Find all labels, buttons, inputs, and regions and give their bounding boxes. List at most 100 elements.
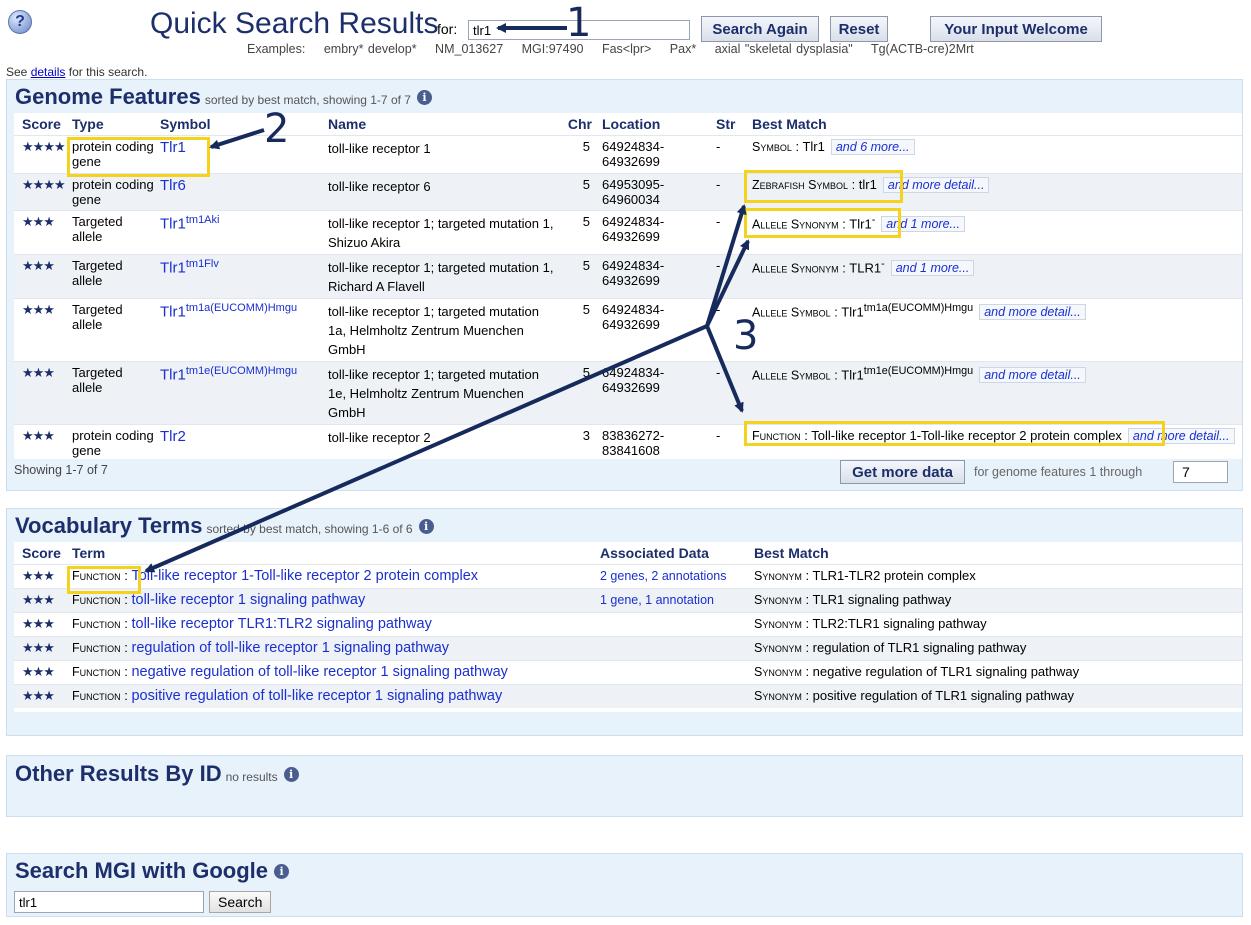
symbol-link[interactable]: Tlr1 <box>160 139 186 156</box>
genome-features-heading: Genome Features sorted by best match, sho… <box>15 84 432 110</box>
info-icon[interactable]: i <box>283 767 299 782</box>
best-match: Synonym : TLR2:TLR1 signaling pathway <box>752 611 1242 636</box>
more-link[interactable]: and 1 more... <box>890 259 975 276</box>
get-more-count-input[interactable] <box>1173 461 1228 483</box>
table-row: ★★★ Targeted allele Tlr1tm1Aki toll-like re… <box>14 209 1242 254</box>
table-row: ★★★ Function : positive regulation of tol… <box>14 683 1242 708</box>
table-header: Score Type Symbol Name Chr Location Str … <box>14 113 1242 135</box>
best-match-superscript: - <box>881 257 885 270</box>
col-associated-data[interactable]: Associated Data <box>598 542 752 564</box>
symbol-link[interactable]: Tlr1 <box>160 366 186 383</box>
search-again-button[interactable]: Search Again <box>701 16 819 42</box>
feature-name: toll-like receptor 1; targeted mutation … <box>326 253 562 298</box>
term-link[interactable]: regulation of toll-like receptor 1 signa… <box>131 640 449 656</box>
section-subtitle: no results <box>225 770 278 784</box>
more-link[interactable]: and more detail... <box>979 366 1086 383</box>
info-icon[interactable]: i <box>274 864 290 879</box>
best-match: Allele Synonym : Tlr1- and 1 more... <box>750 209 1242 254</box>
best-match-value: : Tlr1 <box>830 366 864 382</box>
col-score[interactable]: Score <box>14 113 70 135</box>
location-end: 83841608 <box>602 442 660 458</box>
term-link[interactable]: toll-like receptor TLR1:TLR2 signaling p… <box>131 616 431 632</box>
chromosome: 5 <box>562 134 600 173</box>
symbol-link[interactable]: Tlr1 <box>160 259 186 276</box>
section-title: Other Results By ID <box>15 761 222 786</box>
section-title: Search MGI with Google <box>15 858 269 883</box>
feature-type: Targeted allele <box>70 360 158 424</box>
details-link[interactable]: details <box>31 65 66 79</box>
best-match-label: Synonym <box>754 592 802 607</box>
feature-type: protein coding gene <box>70 172 158 210</box>
best-match-label: Allele Synonym <box>752 260 839 275</box>
col-name[interactable]: Name <box>326 113 562 135</box>
feature-type: Targeted allele <box>70 297 158 361</box>
score-stars: ★★★ <box>14 563 70 588</box>
chromosome: 5 <box>562 297 600 361</box>
col-best-match[interactable]: Best Match <box>752 542 1242 564</box>
feature-name: toll-like receptor 1; targeted mutation … <box>326 360 562 424</box>
input-welcome-button[interactable]: Your Input Welcome <box>930 16 1102 42</box>
symbol-link[interactable]: Tlr1 <box>160 215 186 232</box>
strand: - <box>714 209 750 254</box>
term-link[interactable]: Toll-like receptor 1-Toll-like receptor … <box>131 568 478 584</box>
col-score[interactable]: Score <box>14 542 70 564</box>
score-stars: ★★★★ <box>14 134 70 173</box>
associated-data: 1 gene, 1 annotation <box>598 587 752 612</box>
associated-data: 2 genes, 2 annotations <box>598 563 752 588</box>
col-location[interactable]: Location <box>600 113 714 135</box>
col-chr[interactable]: Chr <box>562 113 600 135</box>
table-row: ★★★ Targeted allele Tlr1tm1Flv toll-like re… <box>14 253 1242 298</box>
more-link[interactable]: and 6 more... <box>830 138 915 155</box>
col-best-match[interactable]: Best Match <box>750 113 1242 135</box>
associated-data <box>598 659 752 684</box>
info-icon[interactable]: i <box>418 519 434 534</box>
example-item: Pax* <box>669 42 697 56</box>
symbol-link[interactable]: Tlr2 <box>160 428 186 445</box>
allele-superscript: tm1Flv <box>185 257 219 270</box>
col-term[interactable]: Term <box>70 542 598 564</box>
allele-superscript: tm1e(EUCOMM)Hmgu <box>185 364 298 377</box>
term-category: Function <box>72 664 121 679</box>
reset-button[interactable]: Reset <box>830 16 888 42</box>
get-more-data-button[interactable]: Get more data <box>840 460 965 484</box>
score-stars: ★★★★ <box>14 172 70 210</box>
info-icon[interactable]: i <box>416 90 432 105</box>
location-end: 64932699 <box>602 316 660 332</box>
col-symbol[interactable]: Symbol <box>158 113 326 135</box>
term-link[interactable]: positive regulation of toll-like recepto… <box>131 688 502 704</box>
strand: - <box>714 172 750 210</box>
table-header: Score Term Associated Data Best Match <box>14 542 1242 564</box>
col-strand[interactable]: Str <box>714 113 750 135</box>
best-match-label: Allele Symbol <box>752 367 831 382</box>
feature-name: toll-like receptor 1; targeted mutation … <box>326 209 562 254</box>
more-link[interactable]: and more detail... <box>1127 427 1235 444</box>
score-stars: ★★★ <box>14 635 70 660</box>
feature-symbol: Tlr1tm1a(EUCOMM)Hmgu <box>158 297 326 361</box>
table-row: ★★★ protein coding gene Tlr2 toll-like rece… <box>14 423 1242 462</box>
examples-label: Examples: <box>247 42 306 56</box>
location-start: 64924834- <box>602 138 665 154</box>
associated-data <box>598 683 752 708</box>
best-match-value: : Toll-like receptor 1-Toll-like recepto… <box>800 427 1122 443</box>
col-type[interactable]: Type <box>70 113 158 135</box>
symbol-link[interactable]: Tlr1 <box>160 303 186 320</box>
help-icon[interactable]: ? <box>8 10 32 34</box>
score-stars: ★★★ <box>14 423 70 462</box>
term-link[interactable]: toll-like receptor 1 signaling pathway <box>131 592 365 608</box>
associated-data-link[interactable]: 1 gene, 1 annotation <box>600 593 714 607</box>
best-match-label: Synonym <box>754 616 802 631</box>
see-details-prefix: See <box>6 65 28 79</box>
associated-data-link[interactable]: 2 genes, 2 annotations <box>600 569 727 583</box>
annotation-number-1: 1 <box>566 0 592 46</box>
location-end: 64932699 <box>602 228 660 244</box>
google-search-input[interactable] <box>14 891 204 913</box>
symbol-link[interactable]: Tlr6 <box>160 177 186 194</box>
associated-data <box>598 635 752 660</box>
more-link[interactable]: and more detail... <box>882 176 990 193</box>
google-search-button[interactable]: Search <box>209 891 272 913</box>
term-link[interactable]: negative regulation of toll-like recepto… <box>131 664 507 680</box>
best-match-value: : tlr1 <box>847 176 877 192</box>
more-link[interactable]: and more detail... <box>979 303 1086 320</box>
more-link[interactable]: and 1 more... <box>881 215 965 232</box>
example-item: embry* develop* <box>323 42 417 56</box>
